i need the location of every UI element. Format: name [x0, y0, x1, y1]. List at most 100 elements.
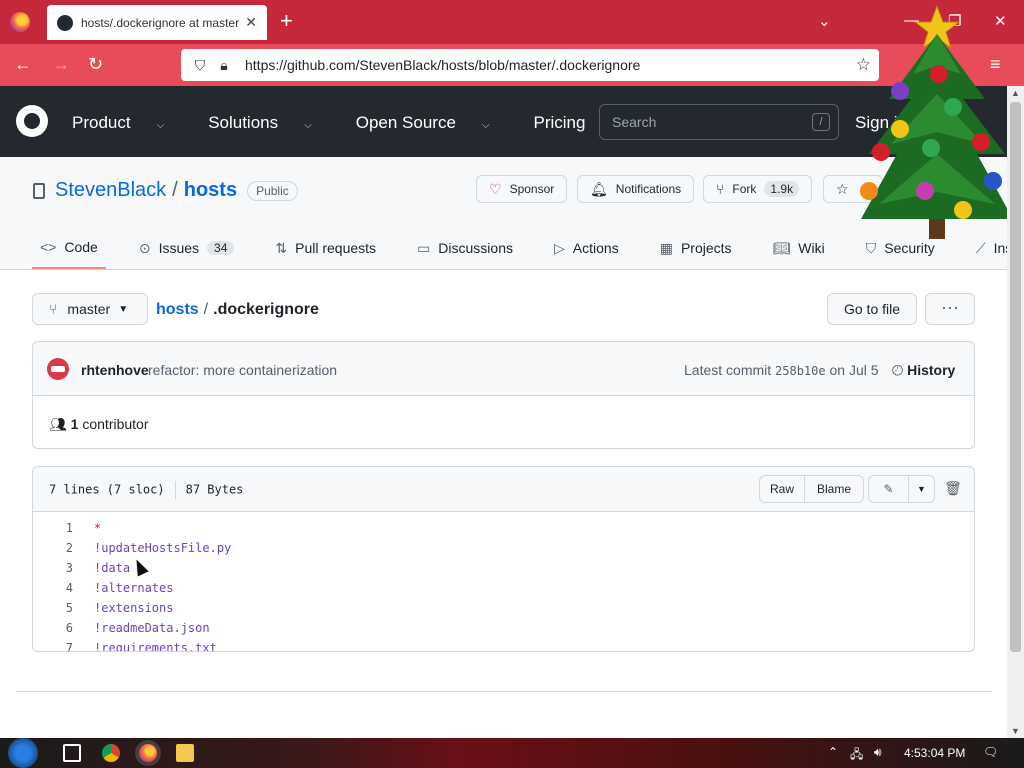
browser-tab[interactable]: hosts/.dockerignore at master ✕ [47, 5, 267, 40]
nav-pricing[interactable]: Pricing [534, 113, 586, 133]
heart-icon: ♡ [489, 180, 502, 197]
fork-count: 1.9k [764, 181, 800, 197]
close-tab-icon[interactable]: ✕ [245, 14, 257, 31]
chevron-down-icon: ⌵ [304, 120, 312, 131]
tab-discussions[interactable]: ▭ Discussions [409, 233, 521, 259]
line-content: * [94, 521, 102, 535]
contributors-count: 1 [70, 416, 79, 432]
table-icon: ▦ [659, 239, 673, 256]
blame-button[interactable]: Blame [804, 475, 864, 503]
nav-open-source[interactable]: Open Source ⌵ [356, 113, 512, 133]
new-tab-button[interactable]: + [280, 10, 293, 32]
fork-button[interactable]: ⑂ Fork 1.9k [703, 175, 813, 203]
tab-wiki-label: Wiki [798, 240, 825, 256]
line-number[interactable]: 2 [33, 538, 73, 558]
tab-discussions-label: Discussions [438, 240, 513, 256]
line-number[interactable]: 4 [33, 578, 73, 598]
chrome-icon[interactable] [102, 744, 120, 762]
back-icon[interactable]: ← [14, 55, 32, 73]
line-number[interactable]: 1 [33, 518, 73, 538]
line-number[interactable]: 7 [33, 638, 73, 651]
nav-open-source-label: Open Source [355, 113, 456, 132]
tab-projects[interactable]: ▦ Projects [652, 233, 740, 259]
line-content: !data [94, 561, 131, 575]
edit-dropdown-icon[interactable]: ▼ [908, 475, 935, 503]
tracking-shield-icon[interactable]: ⛉ [191, 57, 209, 74]
forward-icon[interactable]: → [52, 55, 70, 73]
code-line: 7 !requirements.txt [33, 638, 974, 651]
avatar[interactable] [47, 358, 69, 380]
file-viewer: 7 lines (7 sloc) 87 Bytes Raw Blame ✎ ▼ 🗑… [32, 466, 975, 652]
volume-icon[interactable]: 🔊︎ [874, 745, 882, 760]
code-lines: 1 * 2 !updateHostsFile.py 3 !data 4 !alterna… [33, 512, 974, 651]
tab-actions[interactable]: ▷ Actions [546, 233, 627, 259]
repo-name-link[interactable]: hosts [184, 179, 237, 202]
caret-down-icon: ▼ [118, 303, 129, 315]
branch-select-button[interactable]: ⑂ master ▼ [32, 293, 148, 325]
code-line: 5 !extensions [33, 598, 974, 618]
firefox-taskbar-icon[interactable] [139, 744, 157, 762]
github-logo-icon[interactable] [16, 105, 48, 137]
contributors-link[interactable]: 👥︎ 1 contributor [49, 416, 149, 433]
sponsor-button[interactable]: ♡ Sponsor [476, 175, 568, 203]
tab-wiki[interactable]: 📖︎ Wiki [765, 233, 833, 259]
commit-date: on Jul 5 [829, 362, 879, 378]
chevron-down-icon: ⌵ [156, 120, 165, 131]
bell-icon: 🔔︎ [590, 180, 608, 197]
network-icon[interactable]: 🖧︎ [850, 745, 863, 766]
line-number[interactable]: 6 [33, 618, 73, 638]
go-to-file-button[interactable]: Go to file [827, 293, 917, 325]
tab-pull-requests[interactable]: ⇅ Pull requests [267, 233, 384, 259]
github-main-nav: Product ⌵ Solutions ⌵ Open Source ⌵ Pricing [72, 113, 607, 133]
notifications-label: Notifications [615, 182, 682, 196]
reload-icon[interactable]: ↻ [88, 55, 103, 73]
browser-tab-title: hosts/.dockerignore at master [81, 15, 240, 30]
contributors-label: contributor [82, 416, 149, 432]
breadcrumb-file: .dockerignore [213, 301, 319, 318]
address-bar[interactable]: ⛉ 🔒︎ https://github.com/StevenBlack/host… [181, 49, 879, 81]
notifications-button[interactable]: 🔔︎ Notifications [577, 175, 695, 203]
search-input[interactable]: Search / [599, 104, 839, 140]
taskbar-clock[interactable]: 4:53:04 PM [904, 746, 965, 760]
lock-icon[interactable]: 🔒︎ [215, 57, 233, 74]
commit-message-link[interactable]: refactor: more containerization [148, 362, 337, 378]
nav-product[interactable]: Product ⌵ [72, 113, 186, 133]
scroll-down-icon[interactable]: ▼ [1011, 726, 1020, 736]
breadcrumb-repo-link[interactable]: hosts [156, 301, 199, 318]
repo-icon [33, 182, 45, 199]
line-number[interactable]: 3 [33, 558, 73, 578]
nav-solutions[interactable]: Solutions ⌵ [208, 113, 334, 133]
issues-count: 34 [207, 241, 235, 255]
tab-issues[interactable]: ⊙ Issues 34 [131, 233, 243, 259]
line-number[interactable]: 5 [33, 598, 73, 618]
nav-product-label: Product [72, 113, 131, 132]
history-link[interactable]: 🕘︎ History [892, 362, 955, 379]
task-view-icon[interactable] [63, 744, 81, 762]
scrollbar-thumb[interactable] [1010, 102, 1021, 652]
start-button-icon[interactable] [8, 738, 38, 768]
list-all-tabs-icon[interactable]: ⌄ [818, 12, 831, 30]
commit-author-link[interactable]: rhtenhove [81, 362, 149, 378]
trash-icon[interactable]: 🗑︎ [941, 475, 965, 503]
more-options-button[interactable]: ··· [925, 293, 975, 325]
raw-button[interactable]: Raw [759, 475, 805, 503]
tab-actions-label: Actions [572, 240, 619, 256]
line-content: !alternates [94, 581, 174, 595]
page-scrollbar[interactable]: ▲ ▼ [1007, 86, 1024, 738]
firefox-icon[interactable] [10, 12, 30, 32]
repo-owner-link[interactable]: StevenBlack [55, 179, 166, 202]
discussion-icon: ▭ [417, 239, 431, 256]
edit-pencil-icon[interactable]: ✎ [868, 475, 909, 503]
notifications-center-icon[interactable]: 🗨︎ [983, 745, 998, 759]
nav-solutions-label: Solutions [208, 113, 279, 132]
file-size: 87 Bytes [185, 482, 244, 497]
commit-sha-link[interactable]: 258b10e [775, 364, 826, 378]
latest-commit-info: Latest commit 258b10e on Jul 5 [684, 362, 879, 378]
show-hidden-icons-icon[interactable]: ⌃ [828, 745, 838, 759]
file-explorer-icon[interactable] [176, 744, 194, 762]
scroll-up-icon[interactable]: ▲ [1011, 88, 1020, 98]
tab-projects-label: Projects [680, 240, 732, 256]
url-text[interactable]: https://github.com/StevenBlack/hosts/blo… [245, 57, 640, 73]
branch-icon: ⑂ [49, 301, 58, 317]
tab-code[interactable]: <> Code [32, 233, 106, 269]
